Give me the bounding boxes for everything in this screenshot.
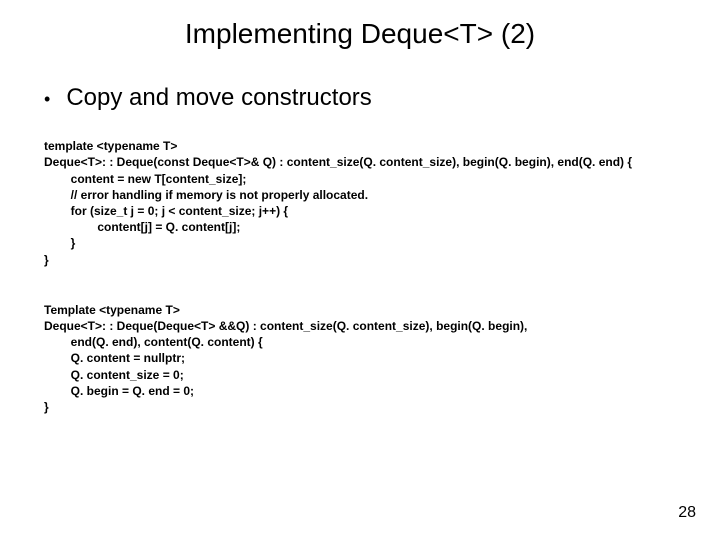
code-line: Deque<T>: : Deque(const Deque<T>& Q) : c… <box>44 155 632 169</box>
code-line: } <box>44 236 75 250</box>
slide: Implementing Deque<T> (2) • Copy and mov… <box>0 0 720 540</box>
bullet-dot-icon: • <box>44 90 50 108</box>
code-block-copy-constructor: template <typename T> Deque<T>: : Deque(… <box>44 122 682 268</box>
page-number: 28 <box>678 504 696 522</box>
code-line: template <typename T> <box>44 139 177 153</box>
code-line: Deque<T>: : Deque(Deque<T> &&Q) : conten… <box>44 319 527 333</box>
bullet-item: • Copy and move constructors <box>44 84 682 112</box>
slide-title: Implementing Deque<T> (2) <box>38 18 682 50</box>
code-line: Template <typename T> <box>44 303 180 317</box>
bullet-text: Copy and move constructors <box>66 84 371 112</box>
code-line: content = new T[content_size]; <box>44 172 246 186</box>
code-line: // error handling if memory is not prope… <box>44 188 368 202</box>
code-block-move-constructor: Template <typename T> Deque<T>: : Deque(… <box>44 286 682 416</box>
code-line: end(Q. end), content(Q. content) { <box>44 335 263 349</box>
code-line: } <box>44 253 49 267</box>
code-line: Q. content_size = 0; <box>44 368 184 382</box>
code-line: Q. content = nullptr; <box>44 351 185 365</box>
code-line: content[j] = Q. content[j]; <box>44 220 240 234</box>
code-line: } <box>44 400 49 414</box>
code-line: Q. begin = Q. end = 0; <box>44 384 194 398</box>
code-line: for (size_t j = 0; j < content_size; j++… <box>44 204 288 218</box>
